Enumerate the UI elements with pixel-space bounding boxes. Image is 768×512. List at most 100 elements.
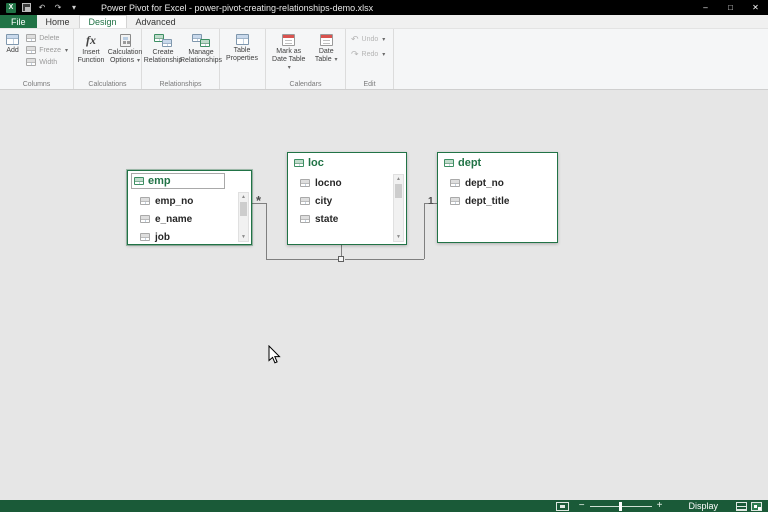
tab-file[interactable]: File [0, 15, 37, 28]
table-field-dept_no[interactable]: dept_no [438, 174, 557, 192]
minimize-button[interactable]: – [693, 0, 718, 15]
quick-access-toolbar: X ↶ ↷ ▾ [0, 3, 85, 13]
scroll-down-icon[interactable]: ▼ [396, 233, 401, 241]
quick-access-dropdown-icon[interactable]: ▾ [69, 3, 79, 13]
group-label-calculations: Calculations [74, 81, 141, 88]
save-icon[interactable] [22, 3, 31, 12]
undo-arrow-icon: ↶ [351, 34, 359, 45]
date-table-button[interactable]: Date Table ▾ [310, 31, 342, 78]
column-width-button[interactable]: Width [24, 57, 70, 67]
table-name[interactable]: dept [458, 157, 481, 169]
scroll-up-icon[interactable]: ▲ [241, 193, 246, 201]
diagram-view-canvas[interactable]: * 1 emp emp_no e_name [0, 90, 768, 500]
column-icon [300, 179, 310, 187]
table-name[interactable]: loc [308, 157, 324, 169]
table-field-state[interactable]: state [288, 210, 406, 228]
zoom-slider[interactable] [590, 502, 652, 511]
table-field-locno[interactable]: locno [288, 174, 406, 192]
mark-as-date-table-button[interactable]: Mark as Date Table ▾ [269, 31, 308, 78]
insert-function-icon: fx [86, 34, 96, 47]
field-label: city [315, 196, 332, 207]
diagram-table-loc[interactable]: loc locno city state ▲ ▼ [287, 152, 407, 245]
field-list: emp_no e_name job [128, 191, 251, 246]
grid-view-icon[interactable] [736, 502, 747, 511]
tab-design[interactable]: Design [79, 15, 127, 28]
table-field-emp_no[interactable]: emp_no [128, 192, 251, 210]
add-column-button[interactable]: Add [3, 31, 22, 78]
relationship-line-emp-loc[interactable] [266, 203, 267, 259]
dropdown-arrow-icon: ▾ [65, 47, 68, 54]
field-label: locno [315, 178, 342, 189]
table-name-editbox[interactable]: emp [131, 173, 225, 189]
relationship-connector-icon[interactable] [338, 256, 344, 262]
close-button[interactable]: ✕ [743, 0, 768, 15]
freeze-column-button[interactable]: Freeze ▾ [24, 45, 70, 55]
scroll-down-icon[interactable]: ▼ [241, 233, 246, 241]
manage-relationships-button[interactable]: Manage Relationships [183, 31, 219, 78]
mark-as-date-table-icon [282, 34, 295, 46]
diagram-view-icon[interactable] [751, 502, 762, 511]
scroll-track[interactable] [394, 183, 403, 233]
calculation-options-button[interactable]: Calculation Options ▾ [107, 31, 143, 78]
relationship-line-emp-loc[interactable] [266, 259, 338, 260]
tab-home[interactable]: Home [37, 15, 79, 28]
dropdown-arrow-icon: ▾ [137, 58, 140, 64]
zoom-in-button[interactable]: + [657, 501, 663, 511]
table-header-emp[interactable]: emp [128, 171, 251, 191]
insert-function-button[interactable]: fx Insert Function [77, 31, 105, 78]
undo-button[interactable]: ↶ Undo ▾ [349, 33, 387, 46]
relationship-line-dept-loc[interactable] [424, 203, 425, 259]
relationship-line-dept-loc[interactable] [345, 259, 424, 260]
window-title: Power Pivot for Excel - power-pivot-crea… [101, 3, 373, 13]
undo-icon[interactable]: ↶ [37, 3, 47, 13]
group-label-calendars: Calendars [266, 81, 345, 88]
diagram-table-emp[interactable]: emp emp_no e_name job ▲ [127, 170, 252, 245]
column-width-label: Width [39, 59, 57, 66]
view-switcher [736, 502, 762, 511]
relationship-line-to-loc[interactable] [341, 245, 342, 256]
field-label: dept_title [465, 196, 509, 207]
field-label: dept_no [465, 178, 504, 189]
scrollbar[interactable]: ▲ ▼ [393, 174, 404, 242]
scroll-up-icon[interactable]: ▲ [396, 175, 401, 183]
table-properties-button[interactable]: Table Properties [223, 31, 261, 78]
redo-label: Redo [362, 51, 379, 58]
column-icon [140, 197, 150, 205]
ribbon-group-table-properties: Table Properties [220, 29, 266, 89]
table-header-dept[interactable]: dept [438, 153, 557, 173]
table-field-e_name[interactable]: e_name [128, 210, 251, 228]
table-field-dept_title[interactable]: dept_title [438, 192, 557, 210]
group-label-edit: Edit [346, 81, 393, 88]
zoom-slider-thumb[interactable] [619, 502, 622, 511]
dropdown-arrow-icon: ▾ [382, 51, 385, 58]
scroll-track[interactable] [239, 201, 248, 233]
delete-column-button[interactable]: Delete [24, 33, 70, 43]
status-bar: − + Display [0, 500, 768, 512]
group-label-columns: Columns [0, 81, 73, 88]
fit-to-window-icon[interactable] [556, 502, 569, 511]
ribbon-tab-bar: File Home Design Advanced [0, 15, 768, 29]
create-relationship-label: Create Relationship [144, 49, 183, 65]
scroll-thumb[interactable] [395, 184, 402, 198]
table-name[interactable]: emp [148, 175, 171, 187]
cardinality-one-label: 1 [428, 196, 434, 207]
redo-button[interactable]: ↷ Redo ▾ [349, 48, 387, 61]
maximize-button[interactable]: □ [718, 0, 743, 15]
table-field-job[interactable]: job [128, 228, 251, 246]
tab-advanced[interactable]: Advanced [127, 15, 185, 28]
table-header-loc[interactable]: loc [288, 153, 406, 173]
field-label: job [155, 232, 170, 243]
display-label: Display [688, 501, 718, 511]
zoom-out-button[interactable]: − [579, 501, 585, 511]
scroll-thumb[interactable] [240, 202, 247, 216]
diagram-table-dept[interactable]: dept dept_no dept_title [437, 152, 558, 243]
column-icon [450, 179, 460, 187]
insert-function-label: Insert Function [78, 49, 105, 65]
redo-icon[interactable]: ↷ [53, 3, 63, 13]
create-relationship-button[interactable]: Create Relationship [145, 31, 181, 78]
ribbon-group-columns: Add Delete Freeze ▾ Width Columns [0, 29, 74, 89]
scrollbar[interactable]: ▲ ▼ [238, 192, 249, 242]
calculation-options-icon [120, 34, 131, 47]
table-field-city[interactable]: city [288, 192, 406, 210]
table-properties-icon [236, 34, 249, 45]
